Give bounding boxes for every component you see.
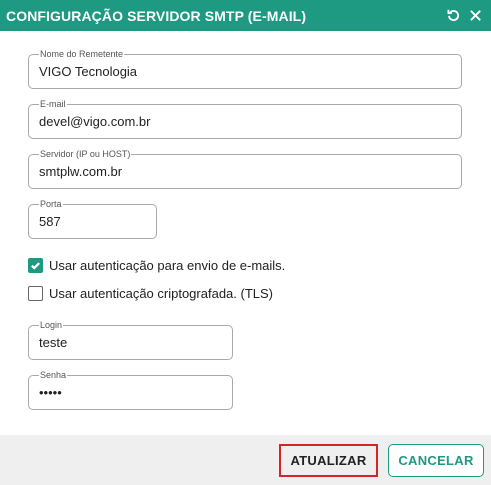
port-input[interactable] [39,214,148,229]
use-tls-checkbox[interactable] [28,286,43,301]
port-field: Porta [28,199,157,239]
email-input[interactable] [39,114,453,129]
login-label: Login [39,320,64,330]
port-label: Porta [39,199,63,209]
password-field: Senha [28,370,233,410]
dialog-title: CONFIGURAÇÃO SERVIDOR SMTP (E-MAIL) [6,7,307,24]
email-field: E-mail [28,99,462,139]
sender-name-label: Nome do Remetente [39,49,125,59]
login-input[interactable] [39,335,224,350]
server-field: Servidor (IP ou HOST) [28,149,462,189]
use-auth-label[interactable]: Usar autenticação para envio de e-mails. [49,258,285,273]
cancel-button[interactable]: CANCELAR [388,444,484,477]
login-field: Login [28,320,233,360]
use-tls-option: Usar autenticação criptografada. (TLS) [28,286,273,301]
server-label: Servidor (IP ou HOST) [39,149,132,159]
use-tls-label[interactable]: Usar autenticação criptografada. (TLS) [49,286,273,301]
use-auth-checkbox[interactable] [28,258,43,273]
server-input[interactable] [39,164,453,179]
password-input[interactable] [39,385,224,400]
sender-name-input[interactable] [39,64,453,79]
sender-name-field: Nome do Remetente [28,49,462,89]
refresh-icon[interactable] [445,8,461,24]
dialog-header: CONFIGURAÇÃO SERVIDOR SMTP (E-MAIL) [0,0,491,31]
header-actions [445,8,483,24]
update-button[interactable]: ATUALIZAR [279,444,378,477]
password-label: Senha [39,370,68,380]
email-label: E-mail [39,99,67,109]
use-auth-option: Usar autenticação para envio de e-mails. [28,258,285,273]
close-icon[interactable] [467,8,483,24]
